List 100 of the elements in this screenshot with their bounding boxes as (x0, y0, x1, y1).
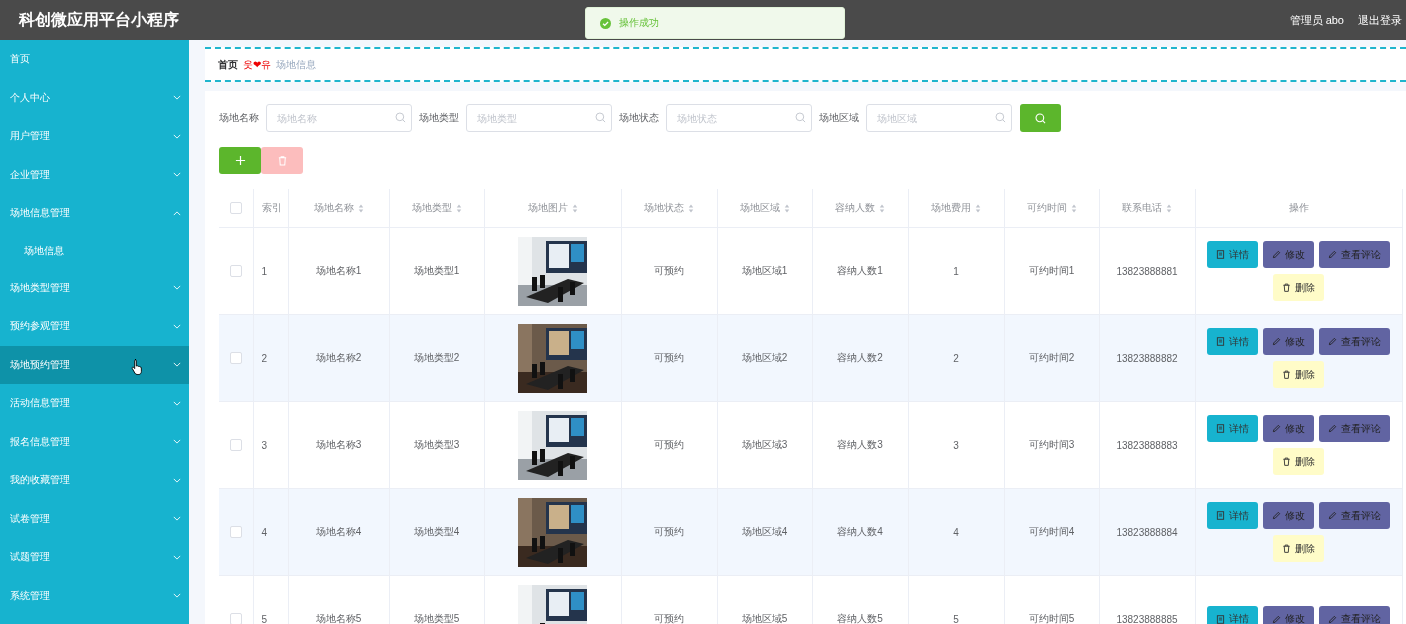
document-icon (1216, 250, 1225, 259)
sort-icon[interactable] (975, 203, 981, 213)
pencil-icon (1272, 614, 1281, 624)
table-cell: 场地类型1 (413, 265, 460, 276)
delete-button[interactable]: 删除 (1273, 448, 1324, 475)
pencil-icon (1272, 250, 1281, 259)
row-checkbox[interactable] (229, 526, 242, 539)
sort-icon[interactable] (783, 203, 790, 213)
edit-button[interactable]: 修改 (1263, 328, 1314, 355)
search-icon (1035, 112, 1046, 124)
view-comments-button[interactable]: 查看评论 (1319, 605, 1390, 624)
view-comments-button[interactable]: 查看评论 (1319, 415, 1390, 442)
search-label: 场地状态 (619, 111, 659, 125)
table-cell: 场地名称3 (315, 439, 362, 450)
view-comments-button[interactable]: 查看评论 (1319, 502, 1390, 529)
table-cell: 容纳人数5 (837, 613, 883, 624)
trash-icon (1282, 370, 1291, 379)
table-cell: 容纳人数4 (837, 526, 883, 537)
delete-button[interactable]: 删除 (1273, 361, 1324, 388)
detail-button[interactable]: 详情 (1207, 328, 1258, 355)
hand-cursor-icon (131, 357, 145, 376)
trash-icon (1282, 457, 1291, 466)
edit-button[interactable]: 修改 (1263, 241, 1314, 268)
edit-button[interactable]: 修改 (1263, 605, 1314, 624)
row-checkbox[interactable] (229, 352, 242, 365)
table-cell: 2 (261, 352, 268, 364)
sidebar-menu-item[interactable]: 预约参观管理 (0, 307, 189, 346)
sidebar-menu-item[interactable]: 个人中心 (0, 78, 189, 117)
column-header: 场地图片 (527, 201, 568, 215)
column-header: 操作 (1288, 201, 1309, 215)
sidebar-submenu-item[interactable]: 场地信息 (0, 232, 189, 269)
table-cell: 场地区域5 (741, 613, 788, 624)
table-cell: 1 (953, 265, 959, 277)
table-cell: 5 (261, 613, 268, 624)
table-cell: 可预约 (654, 613, 684, 624)
view-comments-button[interactable]: 查看评论 (1319, 241, 1390, 268)
table-cell: 场地区域3 (741, 439, 788, 450)
sidebar-menu-item[interactable]: 场地类型管理 (0, 268, 189, 307)
pencil-icon (1328, 511, 1337, 520)
sort-icon[interactable] (879, 203, 885, 213)
table-cell: 场地名称1 (315, 265, 362, 276)
select-all-checkbox[interactable] (229, 202, 242, 215)
table-cell: 场地区域1 (741, 265, 788, 276)
edit-button[interactable]: 修改 (1263, 502, 1314, 529)
search-button[interactable] (1020, 104, 1061, 132)
toast-message: 操作成功 (619, 16, 659, 30)
sort-icon[interactable] (357, 203, 364, 213)
add-button[interactable] (219, 147, 261, 174)
row-checkbox[interactable] (229, 265, 242, 278)
sidebar-menu-item[interactable]: 用户管理 (0, 117, 189, 156)
sidebar-menu-item[interactable]: 首页 (0, 40, 189, 79)
breadcrumb-home-link[interactable]: 首页 (218, 57, 238, 72)
sidebar-menu-item[interactable]: 活动信息管理 (0, 384, 189, 423)
sidebar-menu-item[interactable]: 我的收藏管理 (0, 461, 189, 500)
trash-icon (276, 155, 288, 166)
delete-button[interactable]: 删除 (1273, 535, 1324, 562)
document-icon (1216, 424, 1225, 433)
sort-icon[interactable] (455, 203, 462, 213)
table-cell: 3 (261, 439, 268, 451)
sort-icon[interactable] (688, 203, 694, 213)
table-cell: 场地类型4 (413, 526, 460, 537)
document-icon (1216, 337, 1225, 346)
trash-icon (1282, 283, 1291, 292)
app-title: 科创微应用平台小程序 (19, 9, 179, 30)
sidebar-menu-item[interactable]: 企业管理 (0, 155, 189, 194)
sort-icon[interactable] (571, 203, 578, 213)
detail-button[interactable]: 详情 (1207, 502, 1258, 529)
breadcrumb-current: 场地信息 (276, 57, 317, 72)
table-cell: 容纳人数3 (837, 439, 883, 450)
table-cell: 可预约 (654, 439, 684, 450)
table-cell: 场地类型5 (413, 613, 460, 624)
sort-icon[interactable] (1166, 203, 1172, 213)
logout-link[interactable]: 退出登录 (1358, 12, 1402, 28)
detail-button[interactable]: 详情 (1207, 241, 1258, 268)
detail-button[interactable]: 详情 (1207, 605, 1258, 624)
table-cell: 13823888881 (1116, 265, 1178, 277)
pencil-icon (1328, 424, 1337, 433)
table-cell: 场地名称4 (315, 526, 362, 537)
edit-button[interactable]: 修改 (1263, 415, 1314, 442)
delete-button[interactable]: 删除 (1273, 274, 1324, 301)
table-cell: 4 (261, 526, 268, 538)
sort-icon[interactable] (1070, 203, 1077, 213)
table-cell: 容纳人数2 (837, 352, 883, 363)
detail-button[interactable]: 详情 (1207, 415, 1258, 442)
pencil-icon (1272, 337, 1281, 346)
sidebar-menu-item[interactable]: 报名信息管理 (0, 422, 189, 461)
column-header: 联系电话 (1122, 201, 1162, 215)
sidebar-menu-item[interactable]: 试卷管理 (0, 499, 189, 538)
column-header: 场地名称 (313, 201, 354, 215)
table-cell: 可预约 (654, 265, 684, 276)
sidebar-menu-item[interactable]: 场地信息管理 (0, 194, 189, 233)
table-cell: 13823888882 (1116, 352, 1178, 364)
row-checkbox[interactable] (229, 613, 242, 624)
sidebar-menu-item[interactable]: 系统管理 (0, 576, 189, 615)
sidebar-menu-item[interactable]: 试题管理 (0, 538, 189, 577)
row-checkbox[interactable] (229, 439, 242, 452)
column-header: 容纳人数 (835, 201, 875, 215)
view-comments-button[interactable]: 查看评论 (1319, 328, 1390, 355)
sidebar-menu-item[interactable]: 场地预约管理 (0, 345, 189, 384)
document-icon (1216, 511, 1225, 520)
